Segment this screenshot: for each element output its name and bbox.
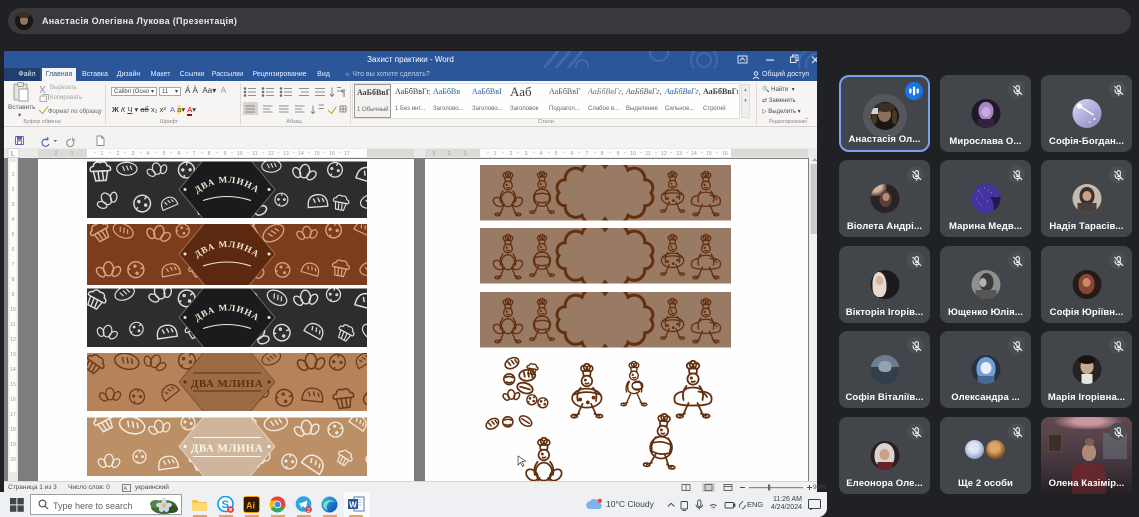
svg-text:5: 5 bbox=[163, 151, 166, 157]
svg-text:14: 14 bbox=[298, 151, 304, 157]
svg-text:Ai: Ai bbox=[246, 501, 255, 511]
svg-text:10: 10 bbox=[237, 151, 243, 157]
svg-text:17: 17 bbox=[344, 151, 350, 157]
svg-text:6: 6 bbox=[178, 151, 181, 157]
svg-text:9: 9 bbox=[224, 151, 227, 157]
svg-text:1: 1 bbox=[464, 151, 467, 157]
svg-text:5: 5 bbox=[12, 232, 15, 238]
svg-text:6: 6 bbox=[12, 247, 15, 253]
svg-text:L: L bbox=[11, 151, 15, 158]
svg-text:13: 13 bbox=[10, 352, 16, 358]
svg-text:2: 2 bbox=[510, 151, 513, 157]
svg-text:15: 15 bbox=[706, 151, 712, 157]
svg-text:3: 3 bbox=[132, 151, 135, 157]
svg-text:16: 16 bbox=[329, 151, 335, 157]
svg-text:9: 9 bbox=[12, 292, 15, 298]
svg-text:2: 2 bbox=[117, 151, 120, 157]
svg-text:11: 11 bbox=[252, 151, 257, 157]
svg-text:16: 16 bbox=[722, 151, 728, 157]
svg-text:19: 19 bbox=[10, 442, 16, 448]
svg-text:13: 13 bbox=[283, 151, 289, 157]
svg-text:8: 8 bbox=[12, 277, 15, 283]
svg-text:8: 8 bbox=[601, 151, 604, 157]
svg-text:1: 1 bbox=[12, 172, 15, 178]
svg-text:7: 7 bbox=[12, 262, 15, 268]
svg-text:14: 14 bbox=[691, 151, 697, 157]
svg-text:7: 7 bbox=[193, 151, 196, 157]
svg-text:6: 6 bbox=[571, 151, 574, 157]
svg-text:15: 15 bbox=[314, 151, 320, 157]
svg-text:12: 12 bbox=[10, 337, 16, 343]
svg-text:ДВА МЛИНА: ДВА МЛИНА bbox=[191, 443, 263, 455]
svg-text:16: 16 bbox=[10, 397, 16, 403]
svg-text:12: 12 bbox=[661, 151, 667, 157]
svg-text:¶: ¶ bbox=[341, 88, 346, 98]
svg-text:11: 11 bbox=[645, 151, 650, 157]
svg-text:11: 11 bbox=[10, 322, 15, 328]
svg-text:12: 12 bbox=[268, 151, 274, 157]
svg-text:13: 13 bbox=[676, 151, 682, 157]
svg-text:18: 18 bbox=[10, 427, 16, 433]
svg-text:9: 9 bbox=[617, 151, 620, 157]
svg-text:3: 3 bbox=[525, 151, 528, 157]
svg-text:3: 3 bbox=[12, 202, 15, 208]
svg-text:2: 2 bbox=[12, 187, 15, 193]
svg-text:17: 17 bbox=[10, 412, 16, 418]
svg-text:14: 14 bbox=[10, 367, 16, 373]
svg-text:4: 4 bbox=[147, 151, 150, 157]
svg-text:2: 2 bbox=[55, 151, 58, 157]
svg-text:20: 20 bbox=[10, 457, 16, 463]
svg-text:3: 3 bbox=[433, 151, 436, 157]
svg-text:15: 15 bbox=[10, 382, 16, 388]
svg-text:5: 5 bbox=[555, 151, 558, 157]
svg-text:1: 1 bbox=[101, 151, 104, 157]
svg-text:1: 1 bbox=[71, 151, 74, 157]
svg-text:10: 10 bbox=[10, 307, 16, 313]
svg-text:10: 10 bbox=[630, 151, 636, 157]
svg-text:W: W bbox=[349, 500, 357, 509]
svg-text:ДВА МЛИНА: ДВА МЛИНА bbox=[191, 378, 263, 390]
svg-text:7: 7 bbox=[586, 151, 589, 157]
svg-text:4: 4 bbox=[540, 151, 543, 157]
svg-text:2: 2 bbox=[448, 151, 451, 157]
svg-text:4: 4 bbox=[12, 217, 15, 223]
svg-text:2: 2 bbox=[307, 508, 310, 513]
svg-text:8: 8 bbox=[208, 151, 211, 157]
svg-text:1: 1 bbox=[494, 151, 497, 157]
